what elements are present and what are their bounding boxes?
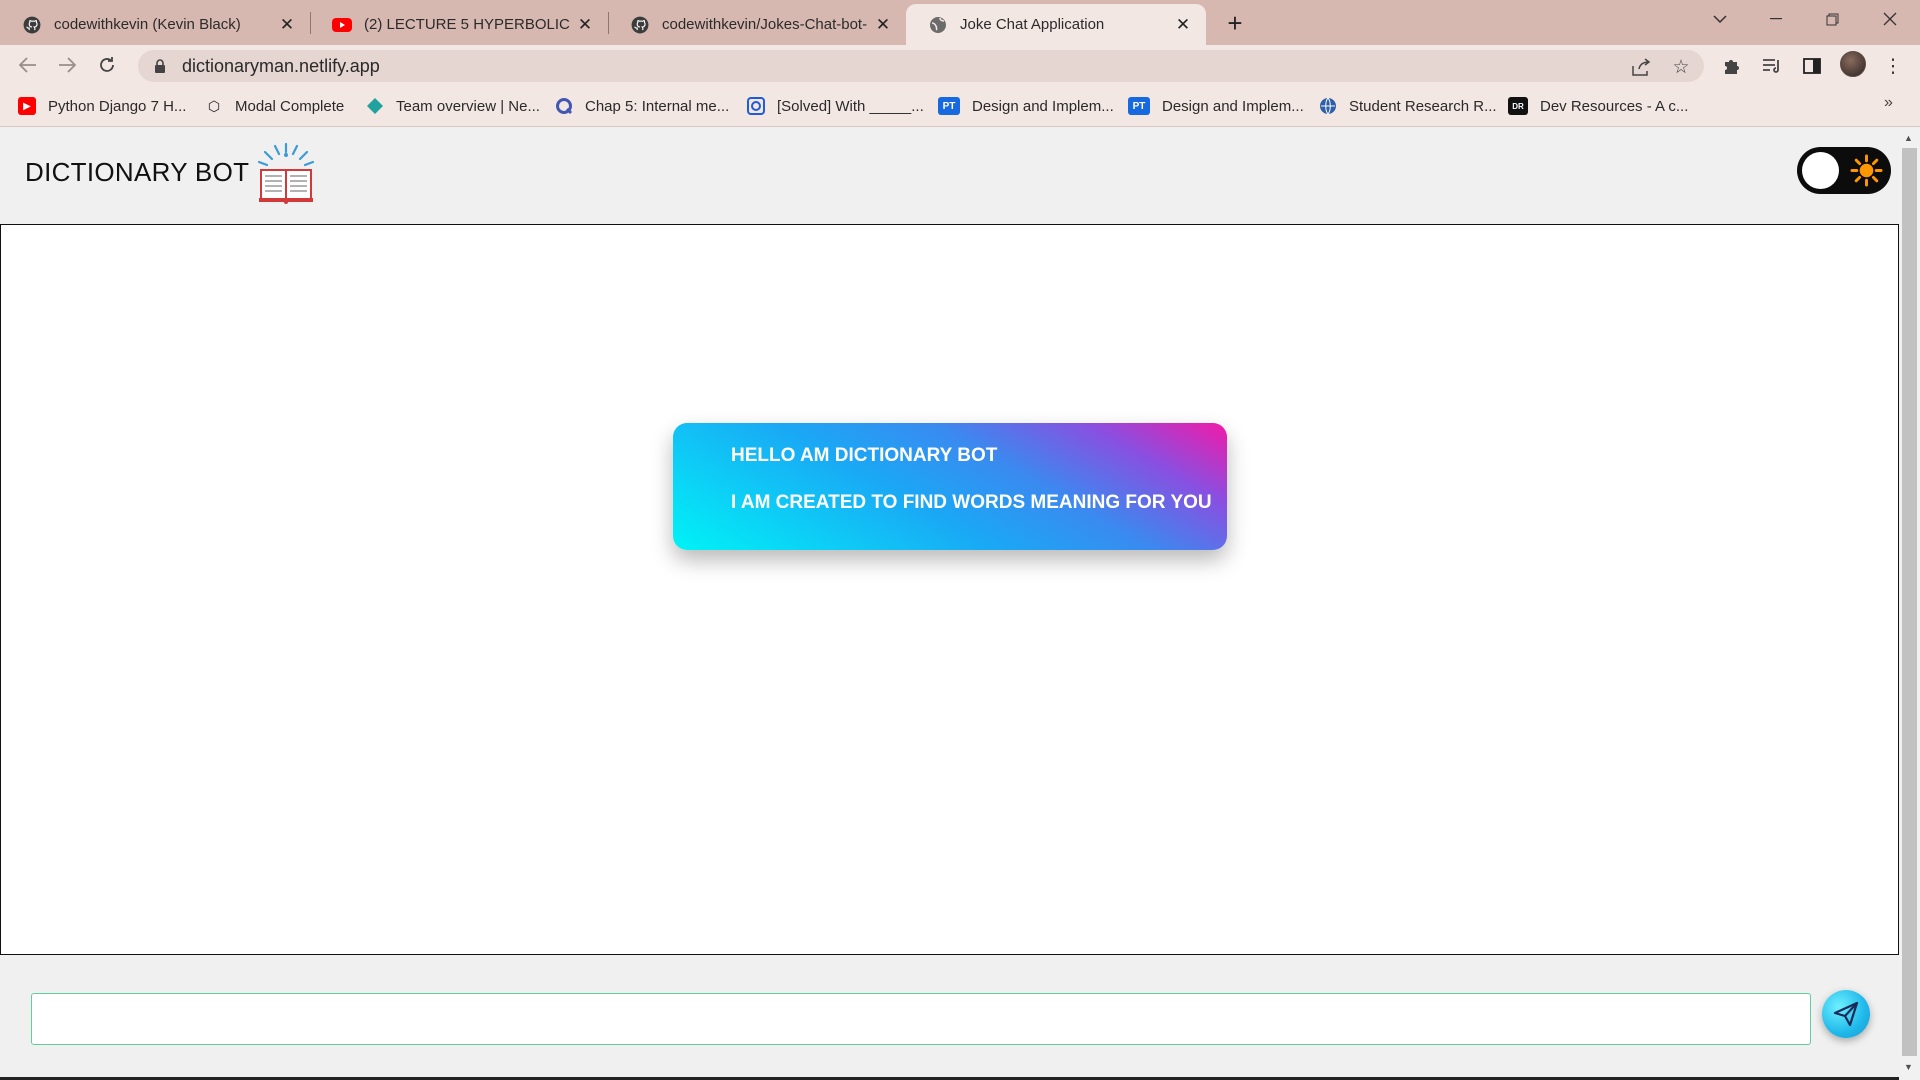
bot-message-bubble: HELLO AM DICTIONARY BOT I AM CREATED TO … [673,423,1227,550]
close-icon[interactable]: ✕ [574,14,596,36]
chat-area [0,224,1899,955]
bot-greeting-line: HELLO AM DICTIONARY BOT [731,445,998,466]
bookmark-label: Design and Implem... [972,97,1114,115]
close-icon[interactable]: ✕ [872,14,894,36]
bookmark-team-overview[interactable]: Team overview | Ne... [366,94,540,118]
bot-description-line: I AM CREATED TO FIND WORDS MEANING FOR Y… [731,492,1212,513]
profile-avatar[interactable] [1840,51,1866,77]
theme-toggle[interactable] [1797,147,1891,194]
back-arrow-icon[interactable] [12,49,44,81]
pt-icon: PT [1128,97,1150,115]
bookmark-dev-resources[interactable]: DR Dev Resources - A c... [1508,94,1688,118]
send-button[interactable] [1822,990,1870,1038]
bookmark-label: [Solved] With _____... [777,97,924,115]
bookmark-solved[interactable]: [Solved] With _____... [747,94,924,118]
scroll-down-arrow-icon[interactable]: ▼ [1904,1062,1913,1072]
bookmark-star-icon[interactable]: ☆ [1670,56,1692,78]
close-icon[interactable]: ✕ [1172,14,1194,36]
toggle-knob [1802,152,1839,189]
tab-strip: codewithkevin (Kevin Black) ✕ (2) LECTUR… [0,0,1920,45]
bookmark-python-django[interactable]: ▶ Python Django 7 H... [18,94,186,118]
coursehero-icon [747,97,765,115]
reload-icon[interactable] [91,49,123,81]
media-queue-icon[interactable] [1759,53,1785,79]
tab-youtube-lecture[interactable]: (2) LECTURE 5 HYPERBOLIC FUNC ✕ [310,4,608,45]
bookmark-label: Student Research R... [1349,97,1497,115]
minimize-icon[interactable] [1748,0,1804,38]
youtube-icon [332,15,352,35]
tab-github-profile[interactable]: codewithkevin (Kevin Black) ✕ [0,4,310,45]
codepen-icon: ⬡ [207,97,221,114]
bookmark-student-research[interactable]: Student Research R... [1319,94,1497,118]
browser-toolbar: dictionaryman.netlify.app ☆ ⋮ [0,45,1920,85]
tab-search-chevron-icon[interactable] [1692,0,1748,38]
share-icon[interactable] [1630,56,1652,78]
close-icon[interactable]: ✕ [276,14,298,36]
bookmark-label: Design and Implem... [1162,97,1304,115]
extensions-puzzle-icon[interactable] [1719,53,1745,79]
app-header: DICTIONARY BOT [25,140,317,204]
globe-icon [928,15,948,35]
github-icon [630,15,650,35]
forward-arrow-icon[interactable] [51,49,83,81]
github-icon [22,15,42,35]
restore-icon[interactable] [1804,0,1860,38]
tab-github-repo[interactable]: codewithkevin/Jokes-Chat-bot- ✕ [608,4,906,45]
bookmarks-bar: ▶ Python Django 7 H... ⬡ Modal Complete … [0,85,1920,127]
bookmark-label: Modal Complete [235,97,345,115]
kebab-menu-icon[interactable]: ⋮ [1880,53,1906,79]
bookmarks-overflow-icon[interactable]: » [1884,94,1893,112]
message-input[interactable] [31,993,1811,1045]
bookmark-modal-complete[interactable]: ⬡ Modal Complete [205,94,344,118]
tab-title: Joke Chat Application [960,16,1105,33]
youtube-icon: ▶ [18,97,36,115]
bookmark-design-2[interactable]: PT Design and Implem... [1128,94,1304,118]
new-tab-button[interactable]: + [1220,8,1250,38]
netlify-icon [366,97,384,115]
bookmark-label: Python Django 7 H... [48,97,187,115]
lock-icon[interactable] [152,58,168,74]
send-paper-plane-icon [1833,1001,1859,1027]
tab-title: codewithkevin (Kevin Black) [54,16,241,33]
side-panel-icon[interactable] [1799,53,1825,79]
app-title: DICTIONARY BOT [25,156,250,187]
tab-joke-chat-active[interactable]: Joke Chat Application ✕ [906,4,1206,45]
bookmark-chap5[interactable]: Chap 5: Internal me... [555,94,729,118]
bookmark-label: Dev Resources - A c... [1540,97,1689,115]
close-window-icon[interactable] [1862,0,1918,38]
tab-title: codewithkevin/Jokes-Chat-bot- [662,16,868,33]
bookmark-label: Team overview | Ne... [396,97,540,115]
url-text: dictionaryman.netlify.app [182,55,380,76]
sun-icon [1850,154,1883,187]
tab-title: (2) LECTURE 5 HYPERBOLIC FUNC [364,16,574,33]
dr-icon: DR [1508,97,1528,115]
globe-research-icon [1319,97,1337,115]
bookmark-design-1[interactable]: PT Design and Implem... [938,94,1114,118]
address-bar[interactable]: dictionaryman.netlify.app ☆ [138,50,1704,82]
open-book-icon [258,142,315,204]
scroll-up-arrow-icon[interactable]: ▲ [1904,133,1913,143]
bookmark-label: Chap 5: Internal me... [585,97,730,115]
scrollbar-thumb[interactable] [1902,148,1917,1056]
quizlet-icon [555,97,573,115]
pt-icon: PT [938,97,960,115]
